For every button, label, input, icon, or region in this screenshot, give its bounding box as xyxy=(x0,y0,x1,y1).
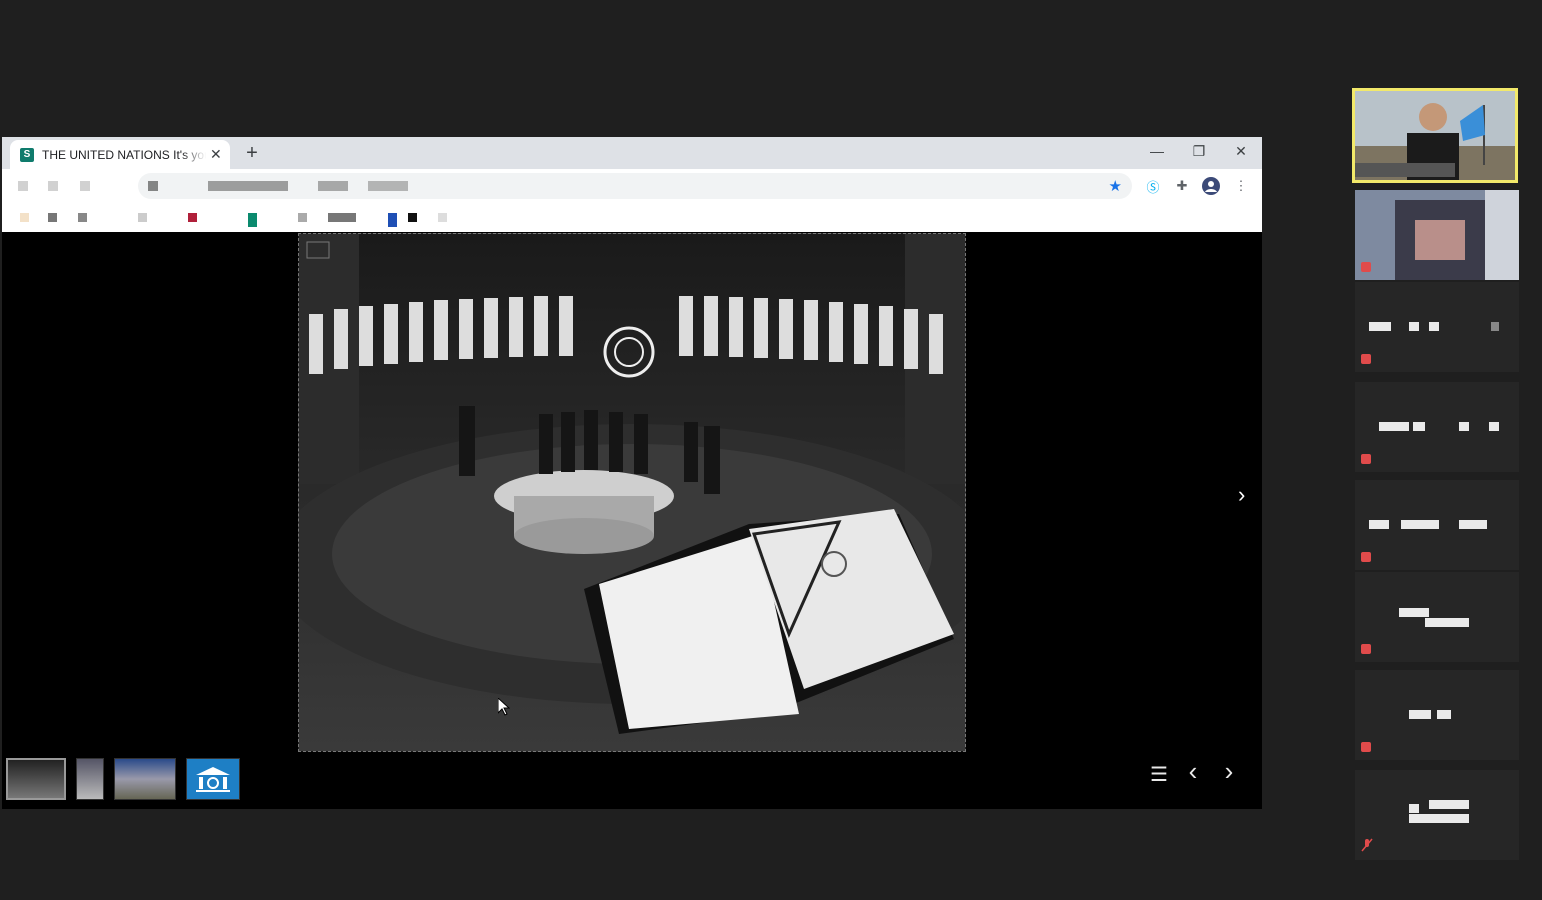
bookmark-item[interactable] xyxy=(438,213,447,222)
microphone-muted-icon xyxy=(1361,552,1371,562)
close-window-button[interactable]: ✕ xyxy=(1220,137,1262,165)
bookmark-item[interactable] xyxy=(328,213,356,222)
minimize-button[interactable]: — xyxy=(1136,137,1178,165)
bookmark-item[interactable] xyxy=(138,213,147,222)
next-chevron-icon[interactable]: › xyxy=(1216,756,1242,787)
microphone-muted-icon xyxy=(1361,742,1371,752)
microphone-muted-icon xyxy=(1361,262,1371,272)
bookmark-item[interactable] xyxy=(298,213,307,222)
bookmark-item[interactable] xyxy=(78,213,87,222)
participant-tile[interactable] xyxy=(1355,480,1519,570)
participant-tile[interactable] xyxy=(1355,190,1519,280)
tab-united-nations[interactable]: S THE UNITED NATIONS It's your w ✕ xyxy=(10,140,230,169)
bookmark-item[interactable] xyxy=(388,213,397,227)
bookmark-item[interactable] xyxy=(408,213,417,222)
participant-tile[interactable] xyxy=(1355,572,1519,662)
star-icon[interactable]: ★ xyxy=(1109,177,1122,195)
thumbnail-un-headquarters[interactable] xyxy=(114,758,176,800)
microphone-muted-icon xyxy=(1361,354,1371,364)
skype-extension-icon[interactable]: Ⓢ xyxy=(1144,177,1162,195)
forward-button[interactable] xyxy=(48,181,58,191)
tab-bar: S THE UNITED NATIONS It's your w ✕ + — ❐… xyxy=(2,137,1262,169)
reload-button[interactable] xyxy=(80,181,90,191)
thumbnail-strip xyxy=(6,758,240,802)
thumbnail-un-building-logo[interactable] xyxy=(186,758,240,800)
back-button[interactable] xyxy=(18,181,28,191)
participant-tile[interactable] xyxy=(1355,382,1519,472)
shared-browser-window: S THE UNITED NATIONS It's your w ✕ + — ❐… xyxy=(2,137,1262,809)
bookmark-item[interactable] xyxy=(48,213,57,222)
profile-avatar-icon[interactable] xyxy=(1202,177,1220,195)
microphone-off-icon xyxy=(1361,838,1373,852)
participant-tile[interactable] xyxy=(1355,282,1519,372)
list-view-icon[interactable]: ☰ xyxy=(1146,762,1172,787)
bookmark-item[interactable] xyxy=(20,213,29,222)
browser-toolbar: ★ Ⓢ ✚ ⋮ xyxy=(2,169,1262,203)
thumbnail-secretary-general[interactable] xyxy=(76,758,104,800)
image-viewer: › ☰ ‹ › xyxy=(2,232,1262,809)
thumbnail-charter-signing[interactable] xyxy=(6,758,66,800)
puzzle-extensions-icon[interactable]: ✚ xyxy=(1173,177,1191,195)
new-tab-button[interactable]: + xyxy=(242,142,262,164)
previous-chevron-icon[interactable]: ‹ xyxy=(1180,756,1206,787)
participant-tile[interactable] xyxy=(1355,770,1519,860)
participant-tile[interactable] xyxy=(1355,670,1519,760)
sway-favicon-icon: S xyxy=(20,147,34,162)
window-controls: — ❐ ✕ xyxy=(1136,137,1262,165)
microphone-muted-icon xyxy=(1361,454,1371,464)
tab-title: THE UNITED NATIONS It's your w xyxy=(42,147,206,162)
restore-button[interactable]: ❐ xyxy=(1178,137,1220,165)
tab-close-icon[interactable]: ✕ xyxy=(210,146,222,163)
bookmark-item[interactable] xyxy=(248,213,257,227)
bookmarks-bar xyxy=(2,203,1262,232)
address-bar[interactable]: ★ xyxy=(138,173,1132,199)
mouse-cursor-icon xyxy=(498,698,510,716)
browser-menu-icon[interactable]: ⋮ xyxy=(1232,177,1250,195)
active-speaker-tile[interactable] xyxy=(1352,88,1518,183)
bookmark-item[interactable] xyxy=(188,213,197,222)
charter-signing-photo xyxy=(298,233,966,752)
microphone-muted-icon xyxy=(1361,644,1371,654)
next-slide-chevron-icon[interactable]: › xyxy=(1238,482,1245,508)
